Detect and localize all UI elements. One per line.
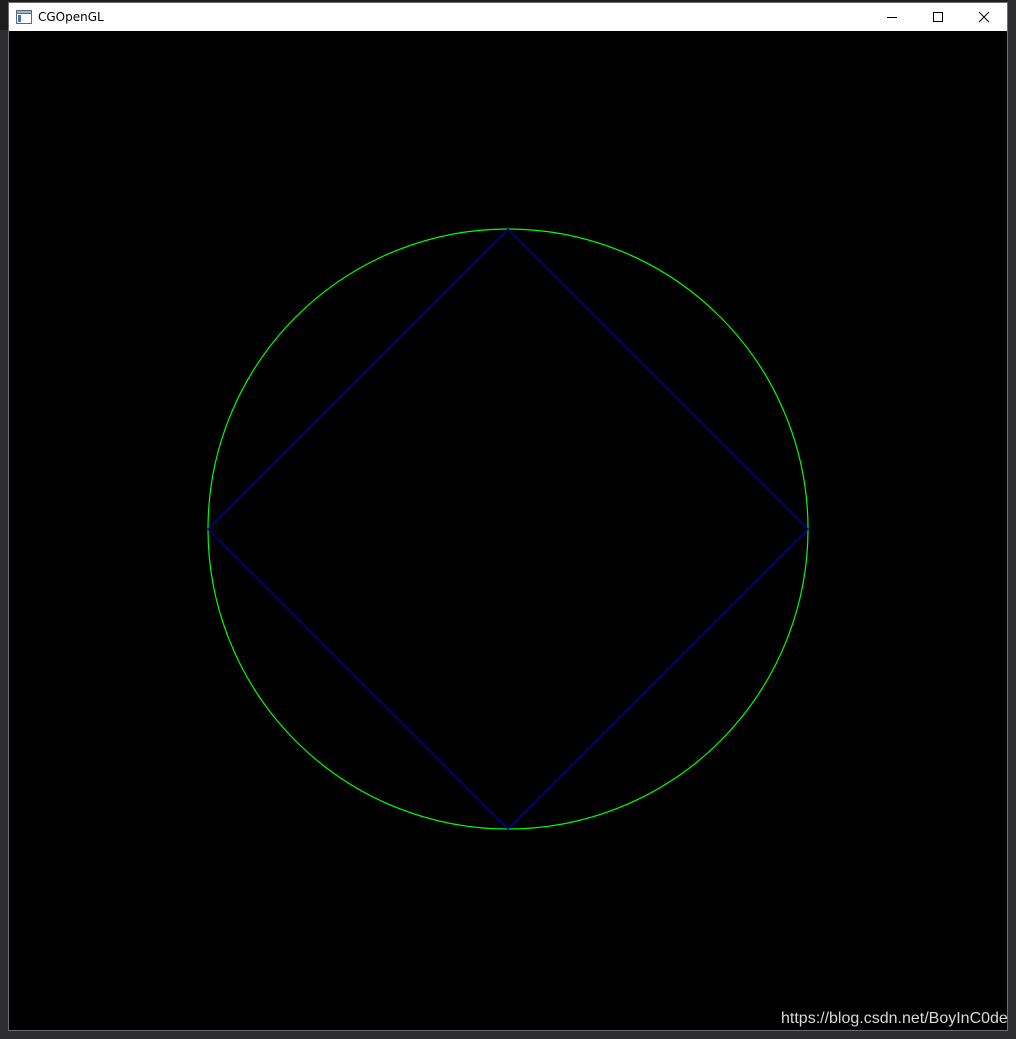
maximize-button[interactable] — [915, 3, 961, 31]
green-circle — [207, 228, 809, 830]
minimize-button[interactable] — [869, 3, 915, 31]
close-icon — [978, 11, 990, 23]
render-surface — [207, 228, 809, 830]
minimize-icon — [887, 17, 897, 18]
background-editor-edge-right — [1008, 0, 1016, 1039]
background-status-bar — [0, 1030, 1016, 1039]
opengl-canvas[interactable] — [9, 31, 1007, 1030]
app-icon — [16, 9, 32, 25]
window-title: CGOpenGL — [38, 10, 104, 24]
watermark-text: https://blog.csdn.net/BoyInC0de — [781, 1010, 1008, 1027]
maximize-icon — [933, 12, 943, 22]
background-editor-edge — [0, 30, 8, 1030]
window-controls — [869, 3, 1007, 31]
close-button[interactable] — [961, 3, 1007, 31]
title-bar[interactable]: CGOpenGL — [9, 3, 1007, 31]
blue-diamond — [207, 228, 809, 830]
opengl-window: CGOpenGL — [8, 2, 1008, 1031]
